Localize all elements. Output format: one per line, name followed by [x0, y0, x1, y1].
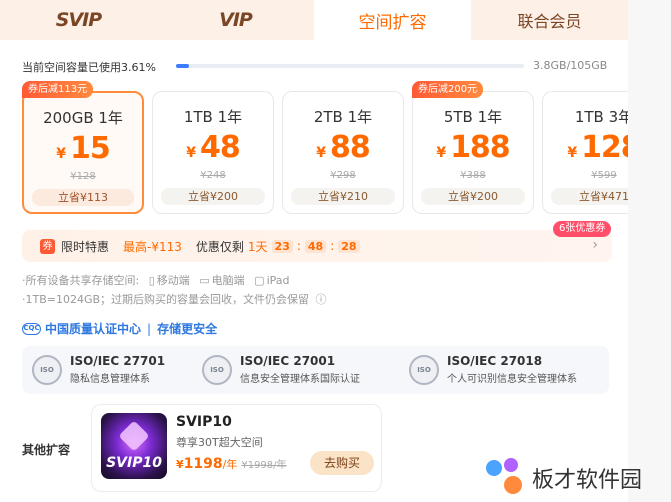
plan-price: ¥128 — [567, 130, 628, 165]
plan-original-price: ¥248 — [200, 170, 226, 181]
plan-original-price: ¥599 — [591, 170, 617, 181]
cert-title: ISO/IEC 27001 — [240, 354, 336, 368]
tab-vip[interactable]: VIP — [157, 0, 314, 40]
promo-strip[interactable]: 券 限时特惠 最高-¥113 优惠仅剩 1天 23 : 48 : 28 › — [22, 230, 612, 262]
tab-space-expansion[interactable]: 空间扩容 — [314, 0, 471, 40]
plan-original-price: ¥298 — [330, 170, 356, 181]
plan-title: 200GB 1年 — [43, 109, 123, 127]
plan-card-1tb-1y[interactable]: 1TB 1年 ¥48 ¥248 立省¥200 — [152, 91, 274, 214]
coupon-badge: 券后减113元 — [22, 81, 94, 98]
plan-save: 立省¥200 — [421, 188, 525, 205]
gem-icon — [118, 420, 150, 452]
iso-seal-icon: ISO — [409, 354, 439, 385]
promo-max-discount: 最高-¥113 — [123, 239, 182, 254]
plan-price: ¥15 — [56, 131, 110, 166]
countdown-minutes: 48 — [304, 239, 327, 253]
certifications-panel: ISO ISO/IEC 27701 隐私信息管理体系 ISO ISO/IEC 27… — [22, 346, 609, 394]
svip10-subtitle: 尊享30T超大空间 — [176, 436, 263, 449]
cert-27001: ISO ISO/IEC 27001 信息安全管理体系国际认证 — [202, 354, 360, 385]
cert-title: ISO/IEC 27018 — [447, 354, 543, 368]
plan-original-price: ¥128 — [70, 171, 96, 182]
capacity-progress-fill — [176, 64, 189, 68]
plan-card-2tb-1y[interactable]: 2TB 1年 ¥88 ¥298 立省¥210 — [282, 91, 404, 214]
cert-desc: 个人可识别信息安全管理体系 — [447, 374, 577, 385]
tab-joint-membership[interactable]: 联合会员 — [471, 0, 628, 40]
promo-label: 限时特惠 — [61, 239, 110, 254]
svip10-image: SVIP10 — [101, 413, 167, 479]
mobile-icon: ▯ — [148, 274, 155, 287]
plan-title: 1TB 3年 — [574, 108, 628, 126]
iso-seal-icon: ISO — [32, 354, 62, 385]
tab-svip-label: SVIP — [55, 9, 102, 31]
ipad-icon: ▢ — [254, 274, 265, 287]
cert-27018: ISO ISO/IEC 27018 个人可识别信息安全管理体系 — [409, 354, 577, 385]
plan-title: 1TB 1年 — [183, 108, 243, 126]
capacity-note: ·1TB=1024GB；过期后购买的容量会回收，文件仍会保留 ⓘ — [22, 293, 327, 306]
buy-button[interactable]: 去购买 — [310, 451, 374, 475]
plan-original-price: ¥388 — [460, 170, 486, 181]
coupon-count-pill[interactable]: 6张优惠券 — [553, 221, 612, 237]
watermark-logo-icon — [484, 458, 528, 498]
right-gutter — [628, 0, 671, 502]
cert-desc: 信息安全管理体系国际认证 — [240, 374, 360, 385]
coupon-icon: 券 — [40, 238, 55, 254]
cert-27701: ISO ISO/IEC 27701 隐私信息管理体系 — [32, 354, 165, 385]
tab-joint-membership-label: 联合会员 — [517, 12, 582, 31]
plan-save: 立省¥210 — [291, 188, 395, 205]
iso-seal-icon: ISO — [202, 354, 232, 385]
coupon-badge: 券后减200元 — [412, 81, 484, 98]
cqc-text2: 存储更安全 — [157, 322, 218, 336]
top-tabs: SVIP VIP 空间扩容 联合会员 — [0, 0, 628, 40]
plan-price: ¥188 — [436, 130, 510, 165]
capacity-progress-bar — [176, 64, 524, 68]
cqc-logo-icon: CQC — [22, 322, 41, 335]
plan-card-1tb-3y[interactable]: 1TB 3年 ¥128 ¥599 立省¥471 — [542, 91, 628, 214]
device-share-note: ·所有设备共享存储空间: ▯ 移动端 ▭ 电脑端 ▢ iPad — [22, 274, 290, 287]
cqc-text: 中国质量认证中心 — [45, 322, 142, 336]
svip10-price: ¥1198/年 ¥1998/年 — [176, 456, 287, 472]
plan-save: 立省¥200 — [161, 188, 265, 205]
plan-title: 5TB 1年 — [443, 108, 503, 126]
tab-svip[interactable]: SVIP — [0, 0, 157, 40]
cert-desc: 隐私信息管理体系 — [70, 374, 150, 385]
chevron-right-icon: › — [592, 237, 598, 253]
tab-space-expansion-label: 空间扩容 — [358, 12, 427, 33]
plan-price: ¥88 — [316, 130, 370, 165]
watermark: 板才软件园 — [484, 458, 642, 498]
plan-save: 立省¥113 — [32, 189, 134, 206]
countdown-days: 1天 — [247, 239, 268, 254]
svip10-title: SVIP10 — [176, 414, 232, 430]
watermark-text: 板才软件园 — [532, 468, 643, 493]
plan-card-200gb-1y[interactable]: 200GB 1年 ¥15 ¥128 立省¥113 — [22, 91, 144, 214]
capacity-value: 3.8GB/105GB — [533, 59, 608, 72]
capacity-text: 当前空间容量已使用3.61% — [22, 61, 156, 74]
cert-title: ISO/IEC 27701 — [70, 354, 166, 368]
cqc-line: CQC 中国质量认证中心 | 存储更安全 — [22, 321, 218, 336]
pc-icon: ▭ — [199, 274, 210, 287]
promo-remaining-label: 优惠仅剩 — [195, 239, 244, 254]
plan-save: 立省¥471 — [551, 188, 628, 205]
countdown-seconds: 28 — [338, 239, 360, 253]
plan-price: ¥48 — [186, 130, 240, 165]
svip10-card[interactable]: SVIP10 SVIP10 尊享30T超大空间 ¥1198/年 ¥1998/年 去… — [91, 404, 382, 492]
other-expansion-label: 其他扩容 — [22, 443, 71, 457]
plan-title: 2TB 1年 — [313, 108, 373, 126]
plan-card-5tb-1y[interactable]: 5TB 1年 ¥188 ¥388 立省¥200 — [412, 91, 534, 214]
countdown-hours: 23 — [271, 239, 293, 253]
info-icon[interactable]: ⓘ — [316, 293, 327, 306]
tab-vip-label: VIP — [219, 9, 253, 31]
